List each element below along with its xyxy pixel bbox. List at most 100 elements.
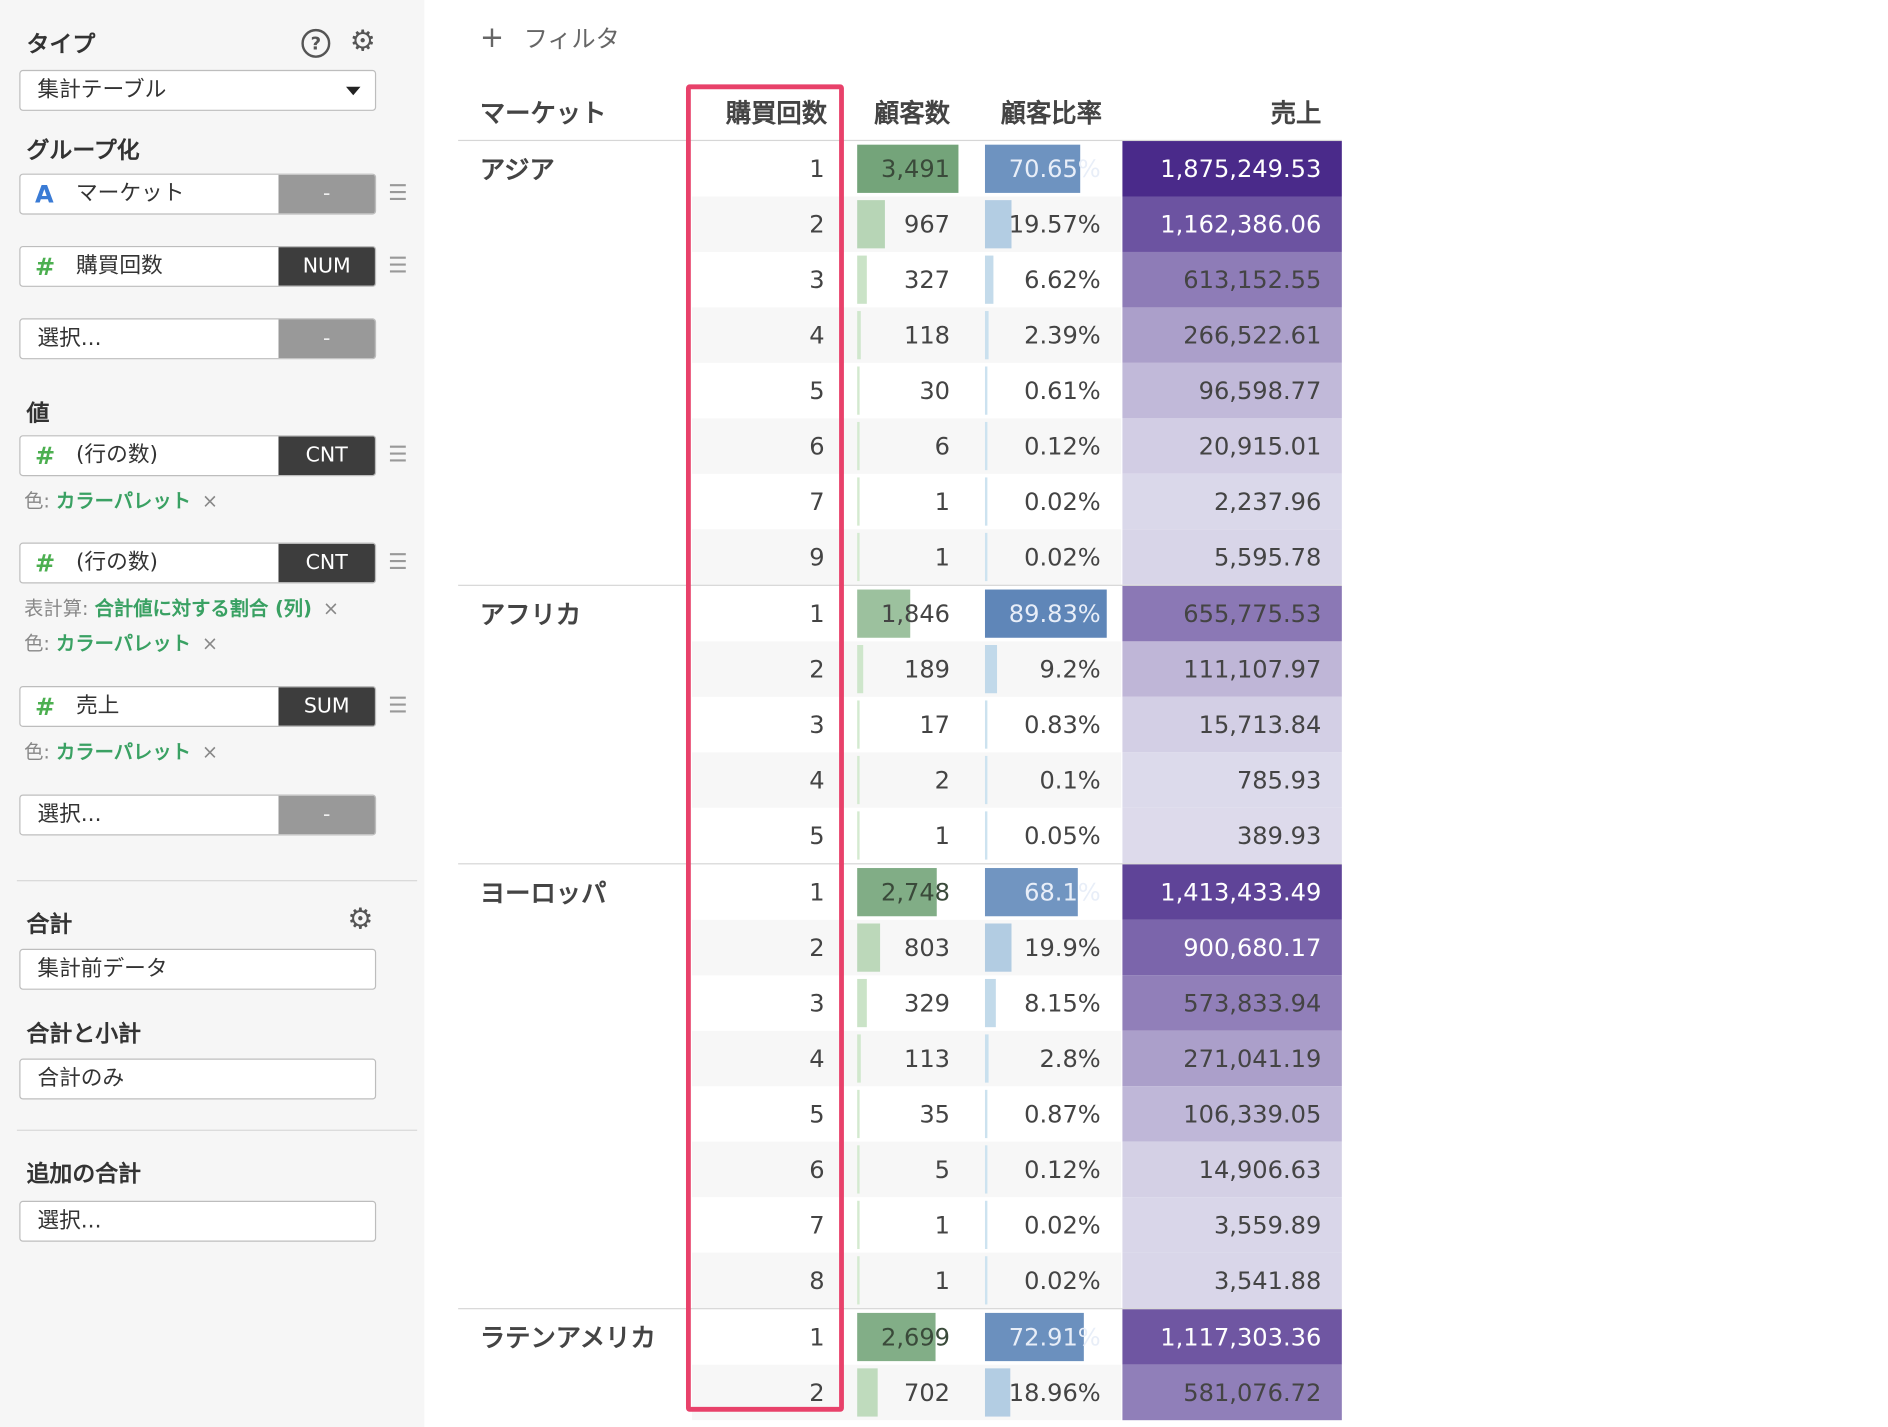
customers-cell: 118	[903, 320, 951, 350]
color-palette-link[interactable]: カラーパレット	[56, 632, 191, 655]
group-field-select[interactable]: 選択... -	[19, 318, 377, 360]
market-label: ヨーロッパ	[479, 878, 607, 908]
customers-cell: 702	[903, 1378, 951, 1407]
highlight-box	[685, 84, 844, 1412]
value-field-sales[interactable]: # 売上 SUM	[19, 685, 377, 727]
field-name: (行の数)	[75, 549, 158, 576]
aggregation-button[interactable]: -	[278, 319, 375, 359]
customers-cell: 30	[919, 376, 951, 406]
number-type-icon: #	[34, 441, 56, 471]
customers-cell: 113	[903, 1044, 951, 1073]
ratio-cell: 0.02%	[1024, 1265, 1101, 1295]
customers-cell: 1	[934, 1265, 951, 1295]
extra-total-section-title: 追加の合計	[26, 1160, 142, 1188]
ratio-cell: 0.83%	[1024, 710, 1101, 740]
ratio-cell: 72.91%	[1008, 1322, 1101, 1352]
gear-icon[interactable]: ⚙	[350, 27, 376, 56]
column-header-market[interactable]: マーケット	[480, 94, 607, 130]
ratio-cell: 0.02%	[1024, 487, 1101, 516]
ratio-cell: 2.39%	[1024, 320, 1101, 350]
column-header-customers[interactable]: 顧客数	[844, 94, 950, 130]
subtotal-section-title: 合計と小計	[26, 1021, 142, 1048]
customers-cell: 1	[934, 542, 951, 572]
drag-handle-icon[interactable]: ☰	[388, 552, 410, 574]
color-palette-link[interactable]: カラーパレット	[56, 740, 191, 763]
color-setting: 色: カラーパレット ×	[24, 627, 218, 656]
value-field-count-1[interactable]: # (行の数) CNT	[19, 435, 377, 477]
gear-icon[interactable]: ⚙	[347, 904, 373, 933]
type-select-value: 集計テーブル	[37, 77, 167, 103]
ratio-cell: 8.15%	[1024, 988, 1101, 1018]
type-section-title: タイプ	[26, 31, 96, 58]
extra-total-select-value: 選択...	[37, 1208, 102, 1234]
help-icon[interactable]: ?	[301, 28, 331, 58]
customers-cell: 6	[934, 431, 951, 461]
customers-cell: 329	[903, 988, 951, 1018]
drag-handle-icon[interactable]: ☰	[388, 183, 410, 205]
sales-cell: 900,680.17	[1183, 933, 1322, 963]
column-header-ratio[interactable]: 顧客比率	[986, 94, 1102, 130]
drag-handle-icon[interactable]: ☰	[388, 444, 410, 467]
customers-cell: 967	[903, 209, 951, 239]
drag-handle-icon[interactable]: ☰	[388, 255, 410, 278]
number-type-icon: #	[34, 251, 56, 281]
total-section-title: 合計	[26, 911, 73, 938]
group-field-purchases[interactable]: # 購買回数 NUM	[19, 245, 377, 287]
extra-total-select[interactable]: 選択...	[19, 1200, 377, 1242]
drag-handle-icon[interactable]: ☰	[388, 695, 410, 718]
sales-cell: 1,117,303.36	[1160, 1322, 1322, 1352]
aggregation-button[interactable]: NUM	[278, 247, 375, 286]
value-field-select[interactable]: 選択... -	[19, 794, 377, 836]
remove-color-icon[interactable]: ×	[202, 489, 218, 512]
color-palette-link[interactable]: カラーパレット	[56, 489, 191, 512]
sales-cell: 266,522.61	[1183, 320, 1322, 350]
ratio-cell: 0.12%	[1024, 1154, 1101, 1184]
aggregation-button[interactable]: -	[278, 795, 375, 835]
market-label: アジア	[479, 155, 555, 185]
field-name: 売上	[75, 693, 120, 719]
sales-cell: 1,162,386.06	[1160, 209, 1322, 239]
chevron-down-icon	[346, 86, 361, 96]
type-select[interactable]: 集計テーブル	[19, 69, 377, 111]
remove-color-icon[interactable]: ×	[202, 740, 218, 763]
ratio-cell: 0.1%	[1039, 765, 1101, 795]
table-calc-setting: 表計算: 合計値に対する割合 (列) ×	[24, 592, 339, 621]
remove-calc-icon[interactable]: ×	[323, 597, 339, 620]
total-select[interactable]: 集計前データ	[19, 948, 377, 990]
aggregation-button[interactable]: -	[278, 174, 375, 214]
column-header-sales[interactable]: 売上	[1122, 94, 1322, 130]
group-field-market[interactable]: A マーケット -	[19, 173, 377, 215]
color-setting: 色: カラーパレット ×	[24, 485, 218, 514]
group-section-title: グループ化	[26, 137, 140, 164]
color-label: 色:	[24, 740, 50, 764]
sales-cell: 106,339.05	[1183, 1099, 1322, 1129]
add-filter-button[interactable]: + フィルタ	[480, 19, 620, 54]
aggregation-button[interactable]: CNT	[278, 543, 375, 583]
sales-cell: 1,875,249.53	[1160, 154, 1322, 184]
field-name: 購買回数	[75, 253, 163, 279]
ratio-cell: 18.96%	[1008, 1378, 1101, 1407]
sales-cell: 1,413,433.49	[1160, 877, 1322, 907]
value-field-count-2[interactable]: # (行の数) CNT	[19, 542, 377, 584]
subtotal-select[interactable]: 合計のみ	[19, 1058, 377, 1100]
aggregation-button[interactable]: CNT	[278, 436, 375, 476]
color-label: 色:	[24, 489, 50, 513]
sales-cell: 5,595.78	[1213, 542, 1322, 572]
calc-link[interactable]: 合計値に対する割合 (列)	[95, 597, 312, 620]
ratio-cell: 68.1%	[1024, 877, 1101, 907]
remove-color-icon[interactable]: ×	[202, 632, 218, 655]
customers-cell: 1	[934, 821, 951, 850]
field-placeholder: 選択...	[37, 801, 102, 828]
customers-cell: 1	[934, 487, 951, 516]
subtotal-select-value: 合計のみ	[37, 1065, 125, 1092]
sidebar: タイプ ? ⚙ 集計テーブル グループ化 A マーケット - ☰ # 購買回数 …	[0, 0, 425, 1427]
stage: タイプ ? ⚙ 集計テーブル グループ化 A マーケット - ☰ # 購買回数 …	[0, 0, 1888, 1427]
customers-cell: 5	[934, 1154, 951, 1184]
sales-cell: 96,598.77	[1198, 376, 1322, 406]
sales-cell: 785.93	[1236, 765, 1322, 795]
aggregation-button[interactable]: SUM	[278, 687, 375, 726]
customers-cell: 2,748	[880, 877, 951, 907]
customers-cell: 803	[903, 933, 951, 963]
ratio-cell: 0.02%	[1024, 1210, 1101, 1240]
number-type-icon: #	[34, 692, 56, 721]
